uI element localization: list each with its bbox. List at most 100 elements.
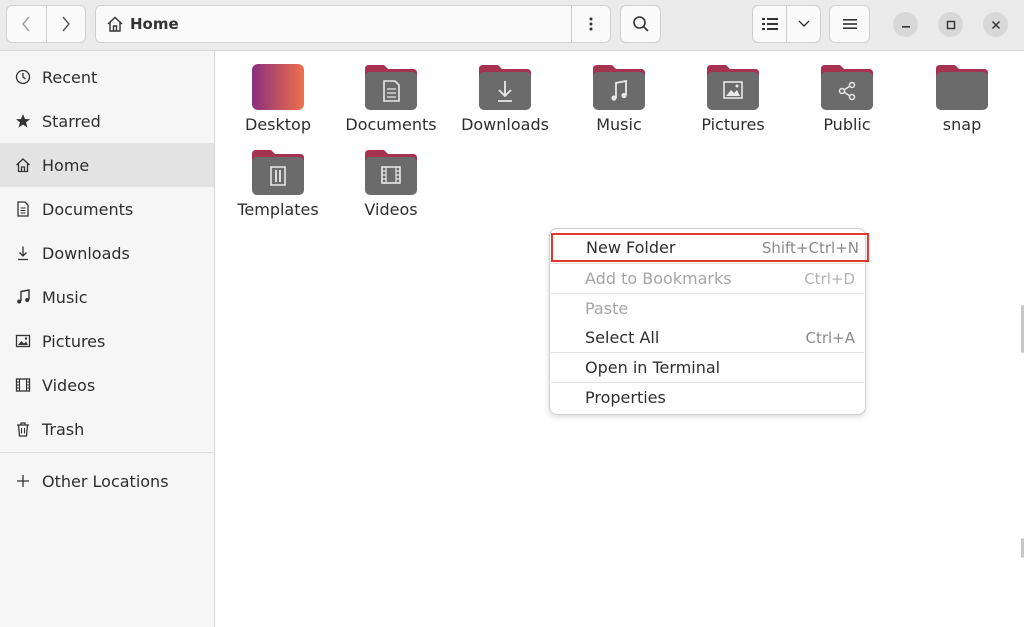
file-label: snap <box>942 115 982 134</box>
menu-item-label: Add to Bookmarks <box>585 269 732 288</box>
file-label: Documents <box>345 115 437 134</box>
menu-item-shortcut: Ctrl+D <box>804 269 855 288</box>
sidebar-item-starred[interactable]: Starred <box>0 99 214 143</box>
clock-icon <box>14 68 32 86</box>
hamburger-menu-icon <box>842 19 857 29</box>
menu-item-label: Properties <box>585 388 666 407</box>
file-item[interactable]: Desktop <box>223 63 333 134</box>
file-label: Music <box>596 115 642 134</box>
file-label: Templates <box>237 200 319 219</box>
view-toggle-group <box>752 5 821 43</box>
trash-icon <box>14 420 32 438</box>
sidebar-separator <box>0 452 214 453</box>
close-icon <box>991 20 1000 29</box>
file-label: Videos <box>364 200 418 219</box>
menu-item-label: Open in Terminal <box>585 358 721 377</box>
sidebar-item-label: Trash <box>42 419 85 439</box>
desktop-folder-icon <box>251 63 305 111</box>
sidebar-item-other-locations[interactable]: Other Locations <box>0 459 214 503</box>
path-home-crumb[interactable]: Home <box>106 6 179 42</box>
file-label: Downloads <box>461 115 549 134</box>
sidebar-item-pictures[interactable]: Pictures <box>0 319 214 363</box>
sidebar-item-label: Home <box>42 155 90 175</box>
list-view-icon <box>761 18 778 30</box>
menu-item-label: Paste <box>585 299 629 318</box>
public-folder-icon <box>820 63 874 111</box>
sidebar-item-label: Other Locations <box>42 471 169 491</box>
chevron-left-icon <box>22 16 30 32</box>
view-options-button[interactable] <box>786 6 820 42</box>
main-menu-button[interactable] <box>829 5 870 43</box>
chevron-down-icon <box>798 20 809 27</box>
list-view-button[interactable] <box>753 6 786 42</box>
minimize-button[interactable] <box>893 12 918 37</box>
sidebar-item-label: Music <box>42 287 88 307</box>
star-icon <box>14 112 32 130</box>
menu-item-shortcut: Shift+Ctrl+N <box>761 238 859 257</box>
file-item[interactable]: snap <box>907 63 1017 134</box>
picture-icon <box>14 332 32 350</box>
documents-folder-icon <box>364 63 418 111</box>
minimize-icon <box>901 25 910 28</box>
pictures-folder-icon <box>706 63 760 111</box>
sidebar-item-label: Documents <box>42 199 134 219</box>
sidebar-item-trash[interactable]: Trash <box>0 407 214 451</box>
menu-item-new-folder[interactable]: New Folder Shift+Ctrl+N <box>551 233 869 262</box>
chevron-right-icon <box>62 16 70 32</box>
file-item[interactable]: Templates <box>223 148 333 219</box>
file-label: Public <box>823 115 871 134</box>
sidebar-item-label: Videos <box>42 375 96 395</box>
search-button[interactable] <box>620 5 661 43</box>
sidebar-item-documents[interactable]: Documents <box>0 187 214 231</box>
menu-item-shortcut: Ctrl+A <box>805 328 855 347</box>
sidebar-item-label: Recent <box>42 67 98 87</box>
file-item[interactable]: Music <box>564 63 674 134</box>
navigation-buttons <box>6 5 86 43</box>
back-button[interactable] <box>7 6 46 42</box>
home-icon <box>14 156 32 174</box>
path-location-label: Home <box>130 15 179 33</box>
sidebar-item-downloads[interactable]: Downloads <box>0 231 214 275</box>
sidebar-item-music[interactable]: Music <box>0 275 214 319</box>
header-bar: Home <box>0 0 1024 51</box>
plus-icon <box>14 472 32 490</box>
menu-item-label: Select All <box>585 328 660 347</box>
path-bar[interactable]: Home <box>95 5 611 43</box>
file-item[interactable]: Downloads <box>450 63 560 134</box>
downloads-folder-icon <box>478 63 532 111</box>
file-item[interactable]: Videos <box>336 148 446 219</box>
path-menu-button[interactable] <box>571 6 610 42</box>
sidebar-item-home[interactable]: Home <box>0 143 214 187</box>
context-menu: New Folder Shift+Ctrl+N Add to Bookmarks… <box>549 228 869 415</box>
forward-button[interactable] <box>45 6 86 42</box>
file-label: Desktop <box>245 115 311 134</box>
templates-folder-icon <box>251 148 305 196</box>
sidebar-item-label: Pictures <box>42 331 106 351</box>
home-icon <box>107 16 123 32</box>
maximize-button[interactable] <box>938 12 963 37</box>
music-folder-icon <box>592 63 646 111</box>
sidebar-item-label: Downloads <box>42 243 130 263</box>
file-item[interactable]: Documents <box>336 63 446 134</box>
sidebar-item-videos[interactable]: Videos <box>0 363 214 407</box>
file-label: Pictures <box>701 115 765 134</box>
maximize-icon <box>946 20 955 29</box>
document-icon <box>14 200 32 218</box>
videos-folder-icon <box>364 148 418 196</box>
file-item[interactable]: Pictures <box>678 63 788 134</box>
menu-item-open-in-terminal[interactable]: Open in Terminal <box>550 353 865 382</box>
sidebar-item-recent[interactable]: Recent <box>0 55 214 99</box>
menu-item-label: New Folder <box>586 238 676 257</box>
music-icon <box>14 288 32 306</box>
close-button[interactable] <box>983 12 1008 37</box>
download-icon <box>14 244 32 262</box>
sidebar: Recent Starred Home Documents Downloads … <box>0 51 215 627</box>
search-icon <box>632 16 649 32</box>
menu-item-add-to-bookmarks[interactable]: Add to Bookmarks Ctrl+D <box>550 264 865 293</box>
sidebar-item-label: Starred <box>42 111 101 131</box>
folder-icon <box>935 63 989 111</box>
menu-item-select-all[interactable]: Select All Ctrl+A <box>550 323 865 352</box>
menu-item-properties[interactable]: Properties <box>550 383 865 412</box>
menu-item-paste[interactable]: Paste <box>550 294 865 323</box>
file-item[interactable]: Public <box>792 63 902 134</box>
